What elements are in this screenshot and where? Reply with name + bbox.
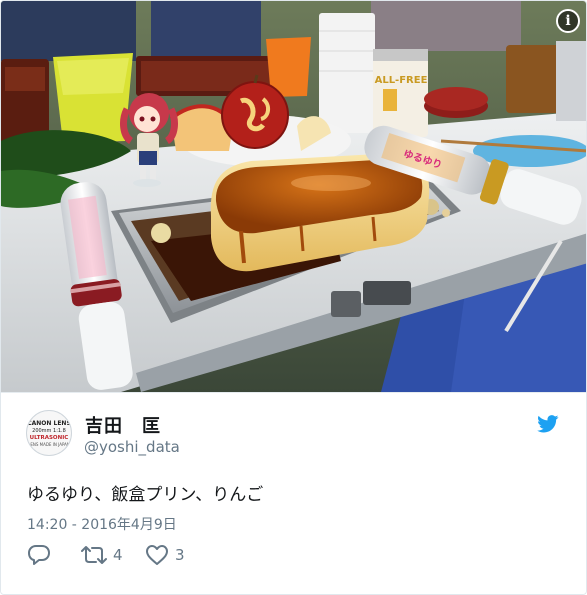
can-label: ALL-FREE — [375, 75, 428, 86]
tweet-card: ALL-FREE ゆるゆり i CANON LENS 200mm 1:1.8 U… — [0, 0, 587, 595]
avatar-line-1: CANON LENS — [27, 420, 71, 427]
tweet-text: ゆるゆり、飯盒プリン、りんご — [27, 485, 264, 505]
retweet-icon — [81, 546, 107, 564]
like-count: 3 — [175, 546, 185, 564]
avatar[interactable]: CANON LENS 200mm 1:1.8 ULTRASONIC LENS M… — [26, 410, 72, 456]
reply-icon — [28, 545, 50, 565]
info-icon[interactable]: i — [556, 9, 580, 33]
avatar-line-2: 200mm 1:1.8 — [32, 428, 66, 434]
like-button[interactable]: 3 — [145, 543, 185, 567]
tweet-timestamp[interactable]: 14:20 - 2016年4月9日 — [27, 514, 177, 534]
photo-illustration: ALL-FREE ゆるゆり — [1, 1, 586, 392]
avatar-line-3: ULTRASONIC — [29, 435, 69, 441]
retweet-count: 4 — [113, 546, 123, 564]
tweet-body: CANON LENS 200mm 1:1.8 ULTRASONIC LENS M… — [1, 392, 586, 594]
heart-icon — [146, 545, 168, 565]
author-handle[interactable]: @yoshi_data — [84, 438, 180, 456]
twitter-bird-icon[interactable] — [537, 415, 559, 433]
retweet-button[interactable]: 4 — [81, 543, 123, 567]
reply-button[interactable] — [27, 543, 51, 567]
avatar-line-4: LENS MADE IN JAPAN — [28, 442, 70, 447]
tweet-photo[interactable]: ALL-FREE ゆるゆり i — [1, 1, 586, 392]
author-display-name[interactable]: 吉田 匡 — [85, 412, 161, 438]
